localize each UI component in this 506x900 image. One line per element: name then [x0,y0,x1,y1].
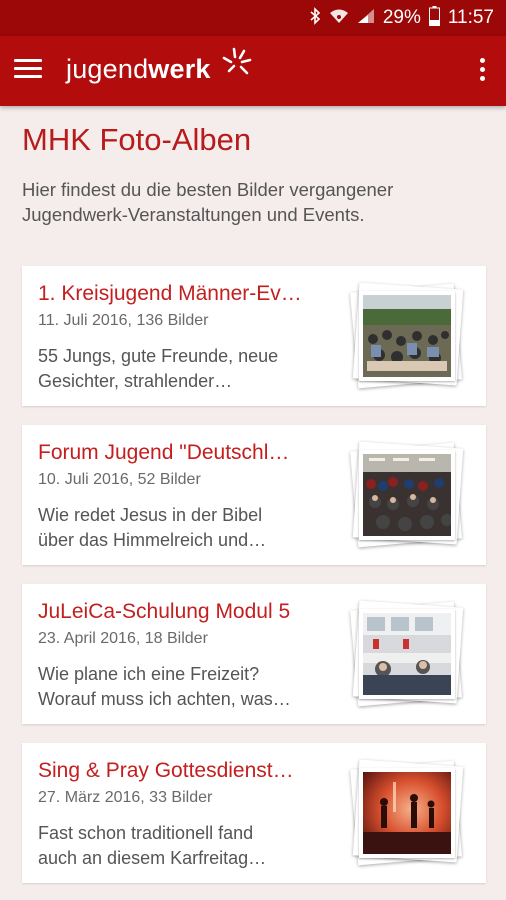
menu-icon[interactable] [14,59,42,83]
album-title: Forum Jugend "Deutschl… [38,441,290,464]
page-title: MHK Foto-Alben [22,122,252,157]
album-thumbnail [350,598,464,710]
battery-percent: 29% [382,7,421,28]
album-photo [359,609,455,699]
album-meta: 10. Juli 2016, 52 Bilder [38,471,201,488]
album-meta: 27. März 2016, 33 Bilder [38,789,213,806]
album-meta: 11. Juli 2016, 136 Bilder [38,312,209,329]
album-thumbnail [350,280,464,392]
album-thumbnail [350,757,464,869]
album-card[interactable]: Sing & Pray Gottesdienst… 27. März 2016,… [22,743,486,883]
album-description: 55 Jungs, gute Freunde, neue Gesichter, s… [38,346,279,391]
album-card[interactable]: Forum Jugend "Deutschl… 10. Juli 2016, 5… [22,425,486,565]
app-logo: jugendwerk [66,54,211,85]
album-title: Sing & Pray Gottesdienst… [38,759,294,782]
album-photo [359,450,455,540]
wifi-icon [329,8,349,28]
album-meta: 23. April 2016, 18 Bilder [38,630,208,647]
album-description: Wie plane ich eine Freizeit? Worauf muss … [38,664,291,709]
album-thumbnail [350,439,464,551]
bluetooth-icon [309,7,321,29]
page-intro: Hier findest du die besten Bilder vergan… [22,179,394,225]
signal-icon [357,8,375,28]
app-bar: jugendwerk [0,36,506,106]
status-bar: 29% 11:57 [0,0,506,36]
clock: 11:57 [447,7,494,28]
album-photo [359,291,455,381]
more-options-icon[interactable] [474,58,490,86]
logo-text-regular: jugend [66,54,149,84]
album-card[interactable]: 1. Kreisjugend Männer-Ev… 11. Juli 2016,… [22,266,486,406]
album-card[interactable]: JuLeiCa-Schulung Modul 5 23. April 2016,… [22,584,486,724]
logo-mark-icon [220,46,254,84]
album-photo [359,768,455,858]
album-description: Fast schon traditionell fand auch an dies… [38,823,267,868]
album-description: Wie redet Jesus in der Bibel über das Him… [38,505,267,550]
logo-text-bold: werk [148,54,211,84]
album-title: 1. Kreisjugend Männer-Ev… [38,282,302,305]
battery-icon [428,6,440,30]
album-title: JuLeiCa-Schulung Modul 5 [38,600,291,623]
